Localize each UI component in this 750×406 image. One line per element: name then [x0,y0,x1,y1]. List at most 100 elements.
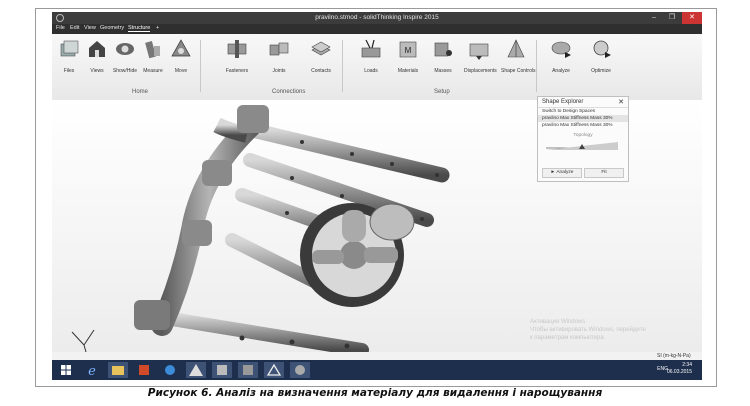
start-button[interactable] [56,362,76,378]
move-label: Move [174,68,188,74]
ie-icon: e [88,364,96,379]
browser-button[interactable] [160,362,180,378]
ie-button[interactable]: e [82,362,102,379]
app-icon [217,365,227,375]
menu-edit[interactable]: Edit [70,25,79,31]
menu-bar: File Edit View Geometry Structure + [52,24,702,34]
masses-label: Masses [434,68,452,74]
analyze-icon [550,38,572,60]
fasteners-label: Fasteners [225,68,249,74]
app-button[interactable] [212,362,232,378]
optimize-tool[interactable]: Optimize [586,38,616,74]
ribbon: Files Views Show/Hide Measure Move Home [52,34,702,101]
app-button[interactable] [186,362,206,378]
analyze-tool[interactable]: Analyze [546,38,576,74]
menu-add-tab[interactable]: + [156,25,159,31]
list-item[interactable]: pravilno Max Stiffness Mass 30% [538,122,628,129]
date: 06.03.2015 [666,369,692,375]
materials-tool[interactable]: M Materials [393,38,423,74]
globe-icon [165,365,175,375]
displacements-tool[interactable]: Displacements [464,38,497,74]
contacts-label: Contacts [311,68,331,74]
masses-tool[interactable]: Masses [428,38,458,74]
menu-file[interactable]: File [56,25,65,31]
measure-icon [142,38,164,60]
app-icon [189,364,203,376]
watermark-line: Чтобы активировать Windows, перейдите [530,327,646,333]
group-home: Home [132,89,149,95]
separator [536,40,537,92]
files-label: Files [63,68,75,74]
figure-frame: pravilno.stmod - solidThinking Inspire 2… [35,8,717,387]
materials-label: Materials [397,68,419,74]
fasteners-icon [226,38,248,60]
fasteners-tool[interactable]: Fasteners [222,38,252,74]
measure-label: Measure [143,68,163,74]
list-item[interactable]: Switch to Design Spaces [538,108,628,115]
analyze-button[interactable]: ► Analyze [542,168,582,178]
masses-icon [432,38,454,60]
windows-icon [61,365,71,375]
taskbar: e ENG 2:34 06.03.2015 [52,360,702,380]
optimize-label: Optimize [591,68,611,74]
separator [342,40,343,92]
loads-icon [360,38,382,60]
joints-tool[interactable]: Joints [264,38,294,74]
files-icon [58,38,80,60]
move-tool[interactable]: Move [166,38,196,74]
office-button[interactable] [134,362,154,378]
clock[interactable]: 2:34 06.03.2015 [667,362,692,376]
contacts-icon [310,38,332,60]
show-hide-label: Show/Hide [112,68,138,74]
close-icon[interactable]: ✕ [618,98,624,106]
group-connections: Connections [272,89,306,95]
explorer-button[interactable] [108,362,128,378]
topology-slider[interactable] [538,138,626,154]
watermark-line: Активация Windows [530,319,586,325]
displacements-icon [468,38,490,60]
analyze-label: Analyze [552,68,570,74]
close-button[interactable]: ✕ [682,12,702,24]
figure-caption: Рисунок 6. Аналіз на визначення матеріал… [147,387,603,399]
shape-controls-tool[interactable]: Shape Controls [501,38,536,74]
views-tool[interactable]: Views [82,38,112,74]
watermark-line: к параметрам компьютера. [530,335,606,341]
fit-button[interactable]: Fit [584,168,624,178]
app-button[interactable] [238,362,258,378]
minimize-button[interactable]: – [646,12,662,24]
shape-controls-icon [505,38,527,60]
svg-text:e: e [88,364,96,378]
optimize-icon [590,38,612,60]
shape-controls-label: Shape Controls [501,68,536,74]
show-hide-tool[interactable]: Show/Hide [110,38,140,74]
inspire-button[interactable] [264,362,284,378]
menu-geometry[interactable]: Geometry [100,25,124,31]
activation-watermark: Активация Windows Чтобы активировать Win… [530,318,646,342]
views-icon [86,38,108,60]
inspire-icon [266,363,282,376]
app-screenshot: pravilno.stmod - solidThinking Inspire 2… [52,12,702,380]
files-tool[interactable]: Files [54,38,84,74]
list-item[interactable]: pravilno Max Stiffness Mass 30% [538,115,628,122]
measure-tool[interactable]: Measure [138,38,168,74]
contacts-tool[interactable]: Contacts [306,38,336,74]
app-button[interactable] [290,362,310,378]
displacements-label: Displacements [464,68,497,74]
app-icon [243,365,253,375]
time: 2:34 [682,362,692,368]
folder-icon [112,366,124,375]
shape-explorer-title: Shape Explorer [538,97,628,108]
group-setup: Setup [434,89,450,95]
unit-system[interactable]: SI (m-kg-N-Pa) [657,353,691,359]
menu-view[interactable]: View [84,25,96,31]
shape-explorer-panel: Shape Explorer ✕ Switch to Design Spaces… [537,96,629,182]
loads-tool[interactable]: Loads [356,38,386,74]
svg-text:M: M [405,46,412,55]
app-icon [295,365,305,375]
window-title: pravilno.stmod - solidThinking Inspire 2… [315,14,439,21]
materials-icon: M [397,38,419,60]
loads-label: Loads [364,68,378,74]
maximize-button[interactable]: ❐ [664,12,680,24]
title-bar: pravilno.stmod - solidThinking Inspire 2… [52,12,702,24]
menu-structure[interactable]: Structure [128,25,151,32]
